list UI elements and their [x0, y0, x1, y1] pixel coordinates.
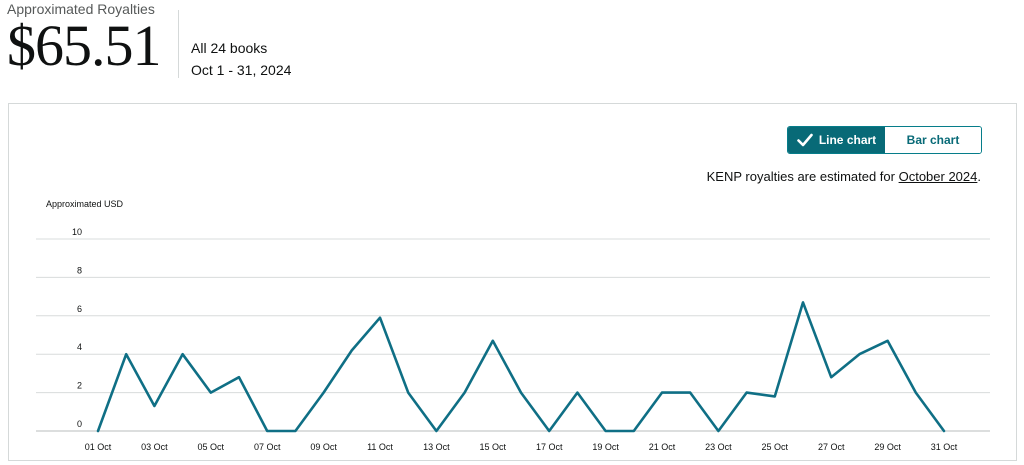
x-tick-label: 11 Oct: [367, 442, 393, 452]
data-point[interactable]: [490, 338, 496, 344]
x-tick-label: 29 Oct: [874, 442, 901, 452]
x-tick-label: 09 Oct: [310, 442, 337, 452]
data-point[interactable]: [264, 428, 270, 434]
y-tick-label: 4: [77, 342, 82, 352]
y-tick-label: 8: [77, 265, 82, 275]
royalties-line-chart: Approximated USD 0 2 4 6 8 10 01 Oct 03 Oct 05 …: [36, 199, 990, 452]
x-tick-label: 31 Oct: [931, 442, 958, 452]
x-tick-label: 27 Oct: [818, 442, 845, 452]
royalties-series-line: [96, 301, 946, 433]
data-point[interactable]: [856, 351, 862, 357]
x-tick-label: 23 Oct: [705, 442, 732, 452]
y-tick-label: 10: [72, 227, 82, 237]
data-point[interactable]: [405, 390, 411, 396]
data-point[interactable]: [292, 428, 298, 434]
x-tick-label: 25 Oct: [762, 442, 789, 452]
y-tick-label: 6: [77, 304, 82, 314]
x-tick-label: 01 Oct: [85, 442, 112, 452]
y-tick-label: 0: [77, 419, 82, 429]
data-point[interactable]: [349, 347, 355, 353]
data-point[interactable]: [95, 428, 101, 434]
x-tick-label: 05 Oct: [198, 442, 225, 452]
data-point[interactable]: [151, 403, 157, 409]
data-point[interactable]: [208, 390, 214, 396]
data-point[interactable]: [546, 428, 552, 434]
data-point[interactable]: [800, 299, 806, 305]
data-point[interactable]: [913, 390, 919, 396]
data-point[interactable]: [885, 338, 891, 344]
x-tick-label: 07 Oct: [254, 442, 281, 452]
y-axis-label: Approximated USD: [46, 199, 124, 209]
x-tick-label: 17 Oct: [536, 442, 563, 452]
data-point[interactable]: [631, 428, 637, 434]
data-point[interactable]: [236, 374, 242, 380]
data-point[interactable]: [828, 374, 834, 380]
x-tick-label: 03 Oct: [141, 442, 168, 452]
data-point[interactable]: [574, 390, 580, 396]
data-point[interactable]: [518, 390, 524, 396]
data-point[interactable]: [321, 390, 327, 396]
data-point[interactable]: [123, 351, 129, 357]
data-point[interactable]: [462, 390, 468, 396]
x-tick-label: 21 Oct: [649, 442, 676, 452]
data-point[interactable]: [603, 428, 609, 434]
data-point[interactable]: [377, 315, 383, 321]
data-point[interactable]: [772, 393, 778, 399]
data-point[interactable]: [715, 428, 721, 434]
data-point[interactable]: [180, 351, 186, 357]
x-tick-label: 13 Oct: [423, 442, 450, 452]
data-point[interactable]: [941, 428, 947, 434]
data-point[interactable]: [687, 390, 693, 396]
x-tick-label: 19 Oct: [592, 442, 619, 452]
y-tick-label: 2: [77, 381, 82, 391]
data-point[interactable]: [433, 428, 439, 434]
data-point[interactable]: [659, 390, 665, 396]
x-tick-label: 15 Oct: [480, 442, 507, 452]
data-point[interactable]: [744, 390, 750, 396]
